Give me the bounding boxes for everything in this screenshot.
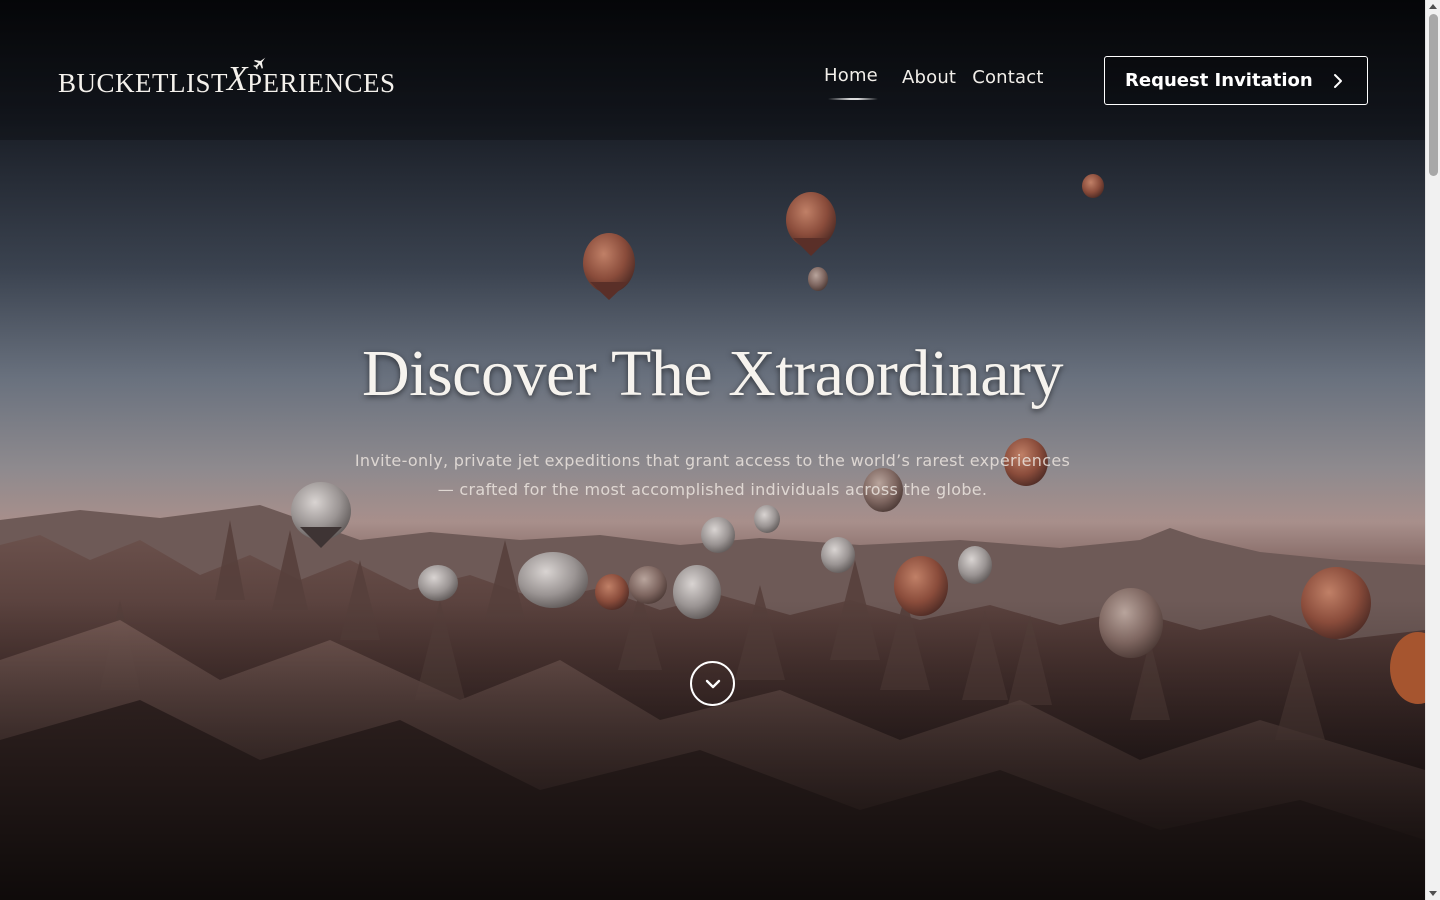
hero-subtitle-line-1: Invite-only, private jet expeditions tha… — [354, 451, 1071, 470]
active-nav-indicator — [828, 98, 878, 100]
logo-x-letter: X — [226, 58, 249, 98]
page-viewport: BUCKETLISTXPERIENCES Home About Contact … — [0, 0, 1425, 900]
airplane-icon — [253, 57, 266, 70]
nav-item-about-label: About — [901, 67, 957, 88]
hero-subtitle-line-2: — crafted for the most accomplished indi… — [437, 480, 988, 499]
page-scrollbar[interactable] — [1425, 0, 1440, 900]
scroll-down-arrow-icon[interactable] — [1429, 891, 1437, 896]
brand-logo[interactable]: BUCKETLISTXPERIENCES — [58, 56, 398, 106]
scrollbar-thumb[interactable] — [1429, 14, 1438, 176]
hero-subtitle: Invite-only, private jet expeditions tha… — [340, 446, 1085, 504]
nav-item-home[interactable]: Home — [820, 62, 882, 100]
request-invitation-label: Request Invitation — [1125, 70, 1313, 91]
main-navigation: Home About Contact — [820, 64, 1056, 104]
scroll-up-arrow-icon[interactable] — [1429, 4, 1437, 9]
logo-text-before: BUCKETLIST — [58, 68, 228, 98]
scroll-down-button[interactable] — [690, 661, 735, 706]
request-invitation-button[interactable]: Request Invitation — [1104, 56, 1368, 105]
chevron-right-icon — [1334, 74, 1342, 88]
site-header: BUCKETLISTXPERIENCES Home About Contact … — [0, 0, 1425, 150]
nav-item-contact[interactable]: Contact — [968, 64, 1047, 92]
logo-wordmark: BUCKETLISTXPERIENCES — [58, 59, 396, 99]
nav-item-about[interactable]: About — [898, 64, 960, 92]
hero-headline: Discover The Xtraordinary — [361, 337, 1064, 410]
chevron-down-icon — [705, 679, 721, 689]
nav-item-contact-label: Contact — [972, 67, 1044, 88]
nav-item-home-label: Home — [824, 65, 878, 86]
logo-text-after: PERIENCES — [247, 68, 396, 98]
